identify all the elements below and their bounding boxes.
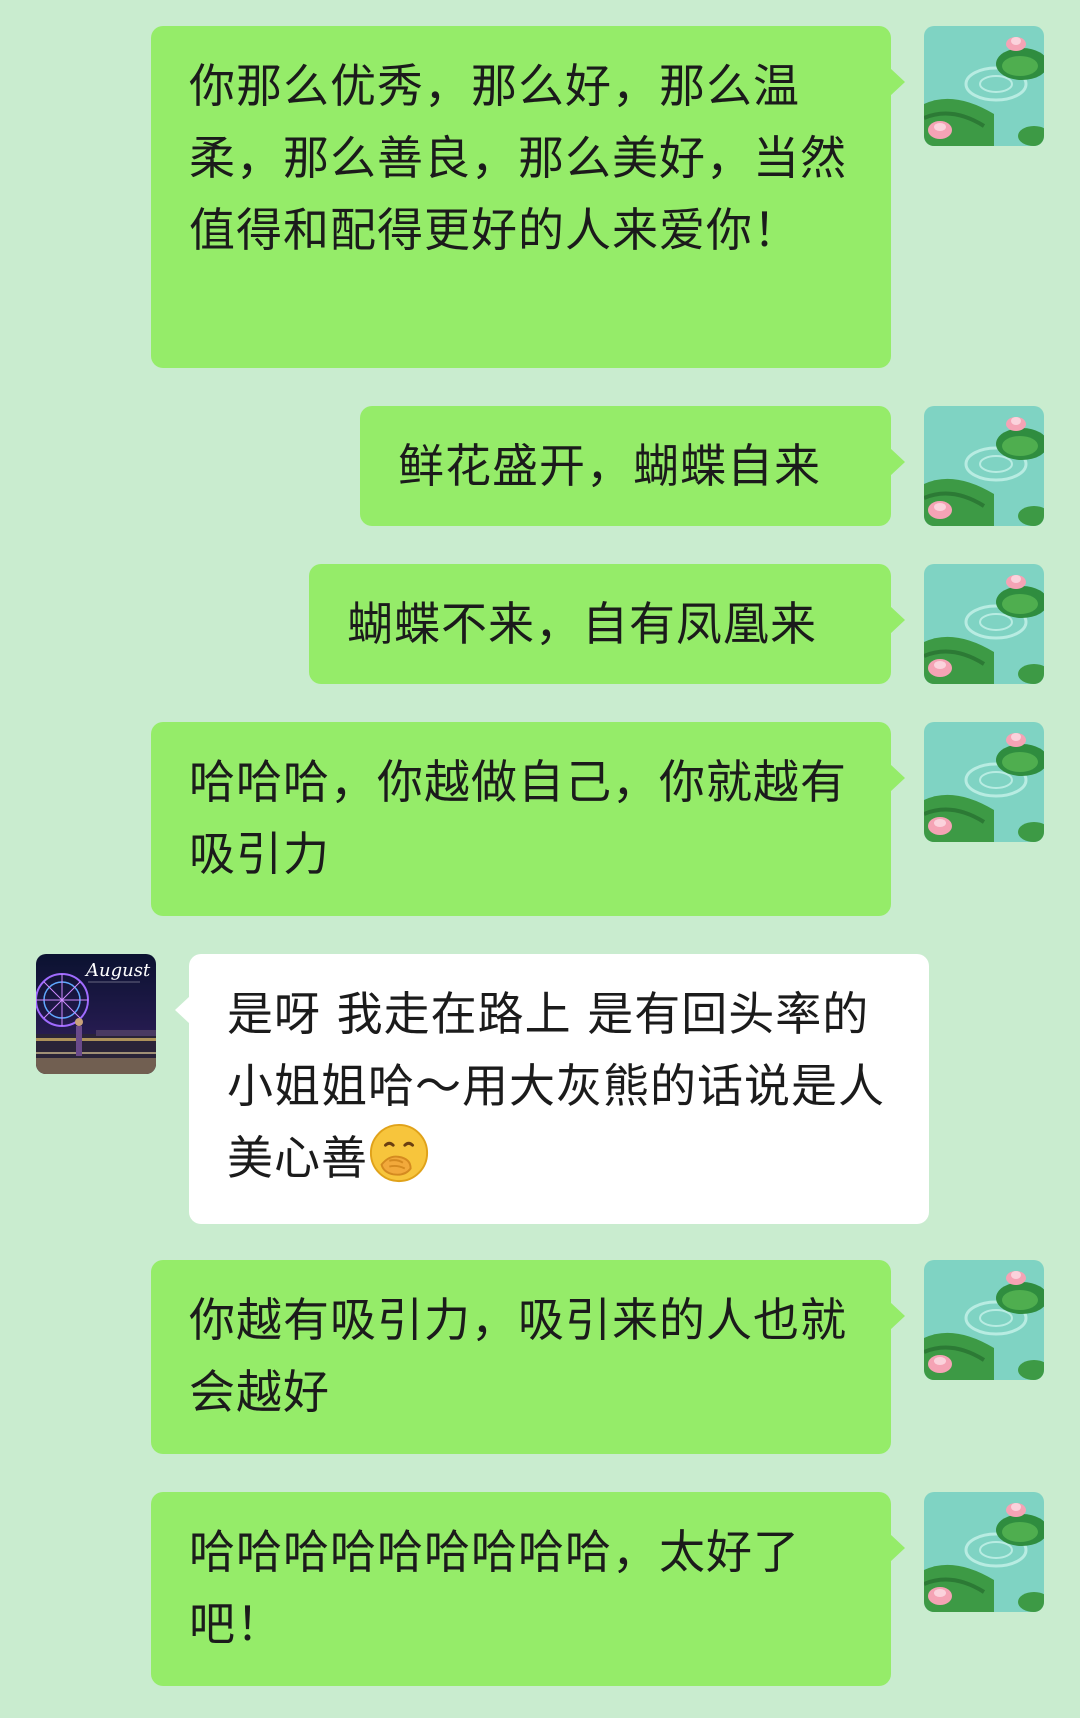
- hand-over-mouth-emoji-icon: [369, 1123, 429, 1183]
- self-avatar[interactable]: [924, 1492, 1044, 1612]
- message-text: 蝴蝶不来，自有凤凰来: [347, 597, 817, 651]
- self-avatar[interactable]: [924, 1260, 1044, 1380]
- message-text: 哈哈哈，你越做自己，你就越有吸引力: [189, 755, 847, 881]
- lotus-pond-avatar-icon: [924, 1492, 1044, 1612]
- self-avatar[interactable]: [924, 406, 1044, 526]
- message-bubble-outgoing[interactable]: 你那么优秀，那么好，那么温柔，那么善良，那么美好，当然值得和配得更好的人来爱你！: [151, 26, 905, 368]
- message-bubble-outgoing[interactable]: 蝴蝶不来，自有凤凰来: [309, 564, 905, 684]
- lotus-pond-avatar-icon: [924, 26, 1044, 146]
- chat-conversation: 你那么优秀，那么好，那么温柔，那么善良，那么美好，当然值得和配得更好的人来爱你！…: [0, 0, 1080, 1718]
- message-bubble-outgoing[interactable]: 哈哈哈，你越做自己，你就越有吸引力: [151, 722, 905, 916]
- message-text: 你越有吸引力，吸引来的人也就会越好: [189, 1293, 847, 1419]
- message-bubble-outgoing[interactable]: 鲜花盛开，蝴蝶自来: [360, 406, 905, 526]
- avatar-label: August: [84, 960, 151, 981]
- message-bubble-outgoing[interactable]: 哈哈哈哈哈哈哈哈哈，太好了吧！: [151, 1492, 905, 1686]
- lotus-pond-avatar-icon: [924, 406, 1044, 526]
- message-text: 是呀 我走在路上 是有回头率的小姐姐哈～用大灰熊的话说是人美心善: [227, 987, 885, 1185]
- message-text: 哈哈哈哈哈哈哈哈哈，太好了吧！: [189, 1525, 800, 1651]
- other-avatar[interactable]: August: [36, 954, 156, 1074]
- lotus-pond-avatar-icon: [924, 1260, 1044, 1380]
- message-bubble-outgoing[interactable]: 你越有吸引力，吸引来的人也就会越好: [151, 1260, 905, 1454]
- message-text: 你那么优秀，那么好，那么温柔，那么善良，那么美好，当然值得和配得更好的人来爱你！: [189, 59, 847, 257]
- ferris-wheel-night-avatar-icon: August: [36, 954, 156, 1074]
- message-bubble-incoming[interactable]: 是呀 我走在路上 是有回头率的小姐姐哈～用大灰熊的话说是人美心善: [175, 954, 929, 1224]
- self-avatar[interactable]: [924, 564, 1044, 684]
- self-avatar[interactable]: [924, 26, 1044, 146]
- self-avatar[interactable]: [924, 722, 1044, 842]
- lotus-pond-avatar-icon: [924, 564, 1044, 684]
- lotus-pond-avatar-icon: [924, 722, 1044, 842]
- message-text: 鲜花盛开，蝴蝶自来: [398, 439, 821, 493]
